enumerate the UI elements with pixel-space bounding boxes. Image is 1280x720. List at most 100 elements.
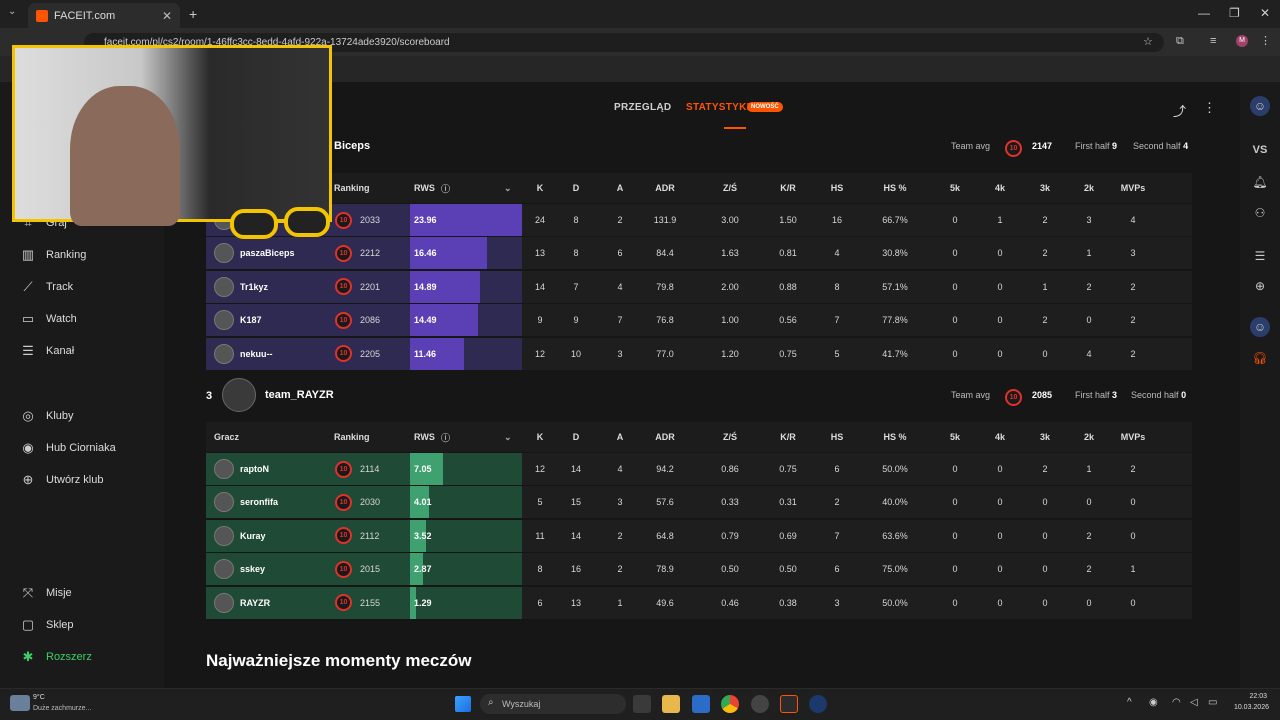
column-header[interactable]: 5k: [935, 173, 975, 203]
column-header[interactable]: D: [556, 422, 596, 452]
extensions-icon[interactable]: ⧉: [1176, 35, 1184, 48]
notifications-icon[interactable]: 🔔︎: [1250, 172, 1270, 192]
column-header[interactable]: MVPs: [1113, 173, 1153, 203]
column-header[interactable]: ADR: [645, 173, 685, 203]
player-row[interactable]: sskey 10 2015 2.87 8 16 2 78.9 0.50 0.50 6 75.0% 0 0 0…: [206, 553, 1192, 586]
player-name[interactable]: seronfifa: [240, 497, 278, 507]
player-cell[interactable]: seronfifa: [206, 486, 278, 518]
tray-chevron-icon[interactable]: ^: [1127, 697, 1132, 708]
column-header[interactable]: Gracz: [214, 422, 239, 452]
column-header[interactable]: K/R: [768, 422, 808, 452]
column-header[interactable]: K: [520, 422, 560, 452]
windows-start-icon[interactable]: [455, 696, 471, 712]
column-header[interactable]: D: [556, 173, 596, 203]
column-header[interactable]: 3k: [1025, 422, 1065, 452]
share-icon[interactable]: ⤴: [1173, 101, 1186, 120]
headset-icon[interactable]: 🎧︎: [1250, 348, 1270, 368]
column-header[interactable]: RWS: [414, 422, 435, 452]
player-avatar[interactable]: [214, 459, 234, 479]
player-row[interactable]: RAYZR 10 2155 1.29 6 13 1 49.6 0.46 0.38 3 50.0% 0 0 0…: [206, 586, 1192, 619]
clock-time[interactable]: 22:03: [1229, 693, 1267, 700]
column-header[interactable]: HS %: [875, 173, 915, 203]
column-header[interactable]: HS: [817, 173, 857, 203]
sidebar-item-misje[interactable]: ⤧ Misje: [20, 586, 72, 600]
faceit-app-icon[interactable]: [780, 695, 798, 713]
player-avatar[interactable]: [214, 492, 234, 513]
bookmark-star-icon[interactable]: ☆: [1143, 35, 1153, 48]
column-header[interactable]: Z/Ś: [710, 173, 750, 203]
player-cell[interactable]: Kuray: [206, 520, 266, 552]
player-row[interactable]: nekuu-- 10 2205 11.46 12 10 3 77.0 1.20 0.75 5 41.7…: [206, 337, 1192, 370]
task-view-icon[interactable]: [633, 695, 651, 713]
friend-avatar-icon[interactable]: ☺: [1250, 317, 1270, 337]
info-icon[interactable]: ⓘ: [441, 422, 450, 452]
sidebar-item-ranking[interactable]: ▥ Ranking: [20, 248, 87, 262]
column-header[interactable]: K/R: [768, 173, 808, 203]
player-name[interactable]: raptoN: [240, 464, 269, 474]
column-header[interactable]: Z/Ś: [710, 422, 750, 452]
column-header[interactable]: RWS: [414, 173, 435, 203]
column-header[interactable]: MVPs: [1113, 422, 1153, 452]
store-icon[interactable]: [692, 695, 710, 713]
weather-icon[interactable]: [10, 695, 30, 711]
player-name[interactable]: K187: [240, 315, 262, 325]
taskbar-search[interactable]: Wyszukaj: [480, 694, 626, 714]
media-icon[interactable]: ≡: [1210, 35, 1216, 47]
sidebar-item-track[interactable]: ⟋ Track: [20, 280, 73, 294]
player-name[interactable]: sskey: [240, 564, 265, 574]
obs-icon[interactable]: [751, 695, 769, 713]
player-avatar[interactable]: [214, 276, 234, 297]
team1-name[interactable]: Biceps: [334, 140, 370, 152]
player-row[interactable]: Kuray 10 2112 3.52 11 14 2 64.8 0.79 0.69 7 63.6% 0 0…: [206, 519, 1192, 552]
chrome-icon[interactable]: [721, 695, 739, 713]
player-avatar[interactable]: [214, 559, 234, 580]
user-avatar-icon[interactable]: ☺: [1250, 96, 1270, 116]
player-avatar[interactable]: [214, 525, 234, 546]
column-header[interactable]: HS %: [875, 422, 915, 452]
volume-icon[interactable]: ◁: [1190, 697, 1198, 708]
maximize-icon[interactable]: ❐: [1229, 6, 1240, 20]
player-avatar[interactable]: [214, 243, 234, 264]
column-header[interactable]: A: [600, 422, 640, 452]
player-cell[interactable]: sskey: [206, 553, 265, 585]
player-cell[interactable]: RAYZR: [206, 587, 270, 619]
sidebar-item-hub-ciorniaka[interactable]: ◉ Hub Ciorniaka: [20, 441, 115, 455]
column-header[interactable]: ADR: [645, 422, 685, 452]
column-header[interactable]: 4k: [980, 173, 1020, 203]
player-cell[interactable]: Tr1kyz: [206, 271, 268, 303]
column-header[interactable]: A: [600, 173, 640, 203]
more-options-icon[interactable]: ⋮: [1203, 100, 1216, 116]
clock-date[interactable]: 10.03.2026: [1229, 704, 1269, 711]
browser-tab[interactable]: FACEIT.com ✕: [28, 3, 180, 28]
tray-app-icon[interactable]: ◉: [1149, 697, 1158, 708]
player-name[interactable]: nekuu--: [240, 349, 273, 359]
player-row[interactable]: 10 2033 23.96 24 8 2 131.9 3.00 1.50 16 66.7% 0 1 2 3 4: [206, 204, 1192, 236]
player-avatar[interactable]: [214, 592, 234, 613]
tab-search-icon[interactable]: ⌄: [8, 6, 16, 17]
player-row[interactable]: K187 10 2086 14.49 9 9 7 76.8 1.00 0.56 7 77.8% 0 0 2 0…: [206, 304, 1192, 337]
sidebar-item-rozszerz[interactable]: ✱ Rozszerz: [20, 650, 92, 664]
sidebar-item-kluby[interactable]: ◎ Kluby: [20, 409, 73, 423]
weather-temp[interactable]: 9°C: [33, 694, 45, 701]
player-avatar[interactable]: [214, 310, 234, 331]
profile-avatar-icon[interactable]: M: [1236, 35, 1248, 47]
player-cell[interactable]: raptoN: [206, 453, 269, 485]
new-tab-icon[interactable]: +: [189, 6, 197, 22]
info-icon[interactable]: ⓘ: [441, 173, 450, 203]
column-header[interactable]: 2k: [1069, 173, 1109, 203]
player-name[interactable]: RAYZR: [240, 598, 270, 608]
sidebar-item-kana-[interactable]: ☰ Kanał: [20, 344, 74, 358]
wifi-icon[interactable]: ◠: [1172, 697, 1181, 708]
player-cell[interactable]: K187: [206, 304, 262, 336]
sidebar-item-utw-rz-klub[interactable]: ⊕ Utwórz klub: [20, 473, 104, 487]
player-cell[interactable]: paszaBiceps: [206, 237, 295, 269]
window-close-icon[interactable]: ✕: [1260, 6, 1270, 20]
player-cell[interactable]: nekuu--: [206, 338, 273, 370]
friends-icon[interactable]: ⚇: [1250, 203, 1270, 223]
party-icon[interactable]: ☰: [1250, 246, 1270, 266]
player-avatar[interactable]: [214, 343, 234, 364]
column-header[interactable]: HS: [817, 422, 857, 452]
player-row[interactable]: Tr1kyz 10 2201 14.89 14 7 4 79.8 2.00 0.88 8 57.1% 0…: [206, 270, 1192, 303]
player-row[interactable]: seronfifa 10 2030 4.01 5 15 3 57.6 0.33 0.31 2 40.0…: [206, 486, 1192, 519]
player-name[interactable]: Kuray: [240, 531, 266, 541]
